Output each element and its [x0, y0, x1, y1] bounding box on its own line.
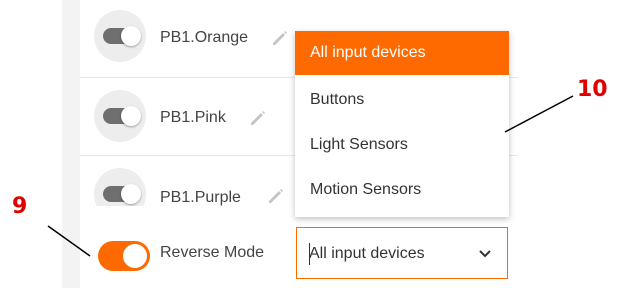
callout-number: 10 — [577, 77, 608, 102]
callout-lines — [47, 95, 574, 257]
callout-number: 9 — [12, 194, 28, 219]
